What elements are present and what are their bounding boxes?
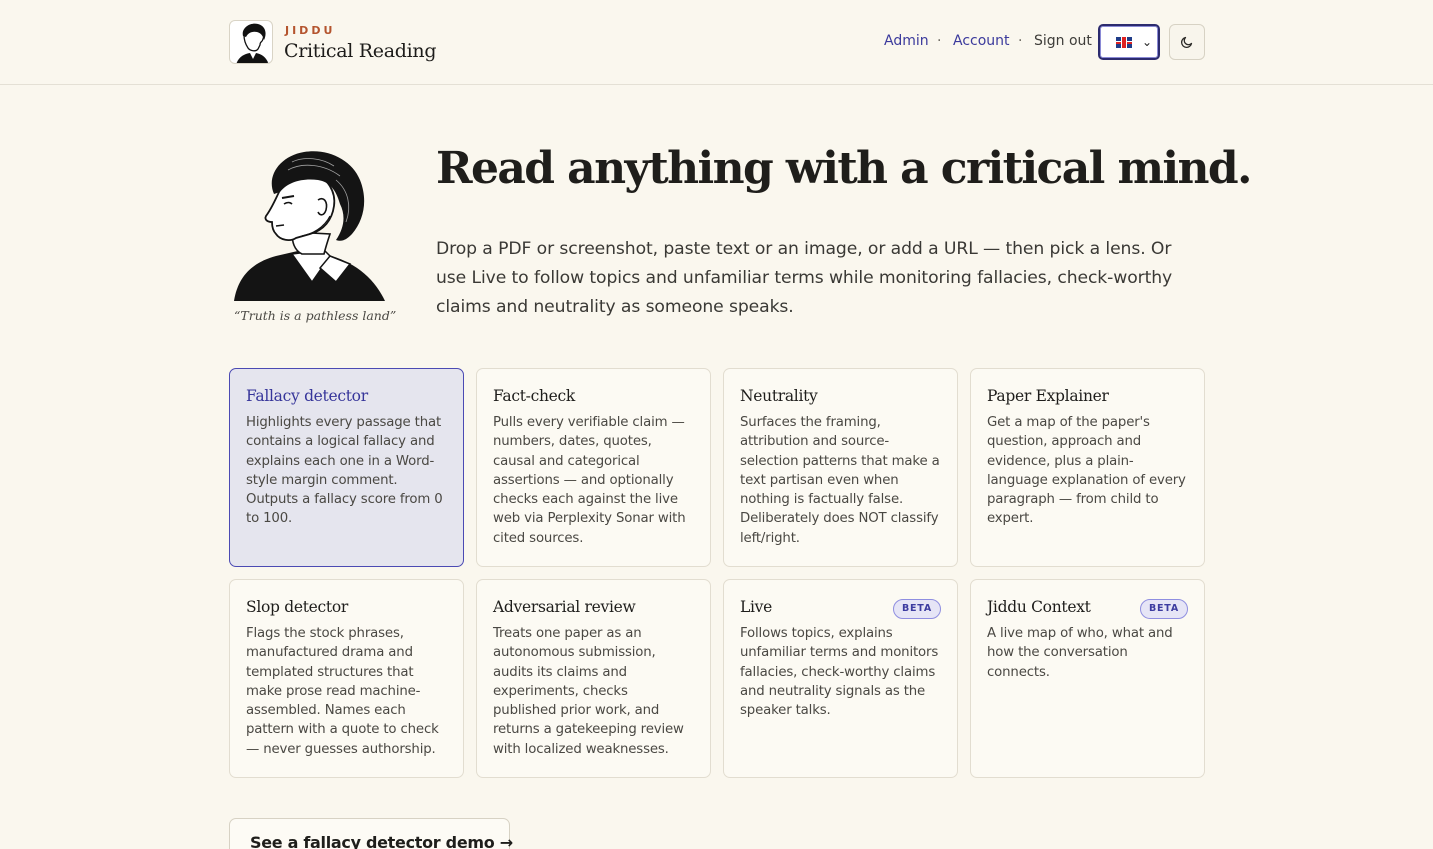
- demo-button-label: See a fallacy detector demo →: [250, 833, 513, 849]
- lens-card-jiddu-context[interactable]: Jiddu Context BETA A live map of who, wh…: [970, 579, 1205, 778]
- lens-card-title: Fact-check: [493, 387, 576, 405]
- uk-flag-icon: [1116, 37, 1132, 48]
- lens-card-description: Surfaces the framing, attribution and so…: [740, 415, 940, 546]
- nav-sign-out-link[interactable]: Sign out: [1034, 33, 1092, 49]
- lens-card-title: Fallacy detector: [246, 387, 368, 405]
- lens-card-description: Highlights every passage that contains a…: [246, 415, 443, 527]
- hero-subtitle: Drop a PDF or screenshot, paste text or …: [436, 239, 1173, 317]
- fallacy-demo-button[interactable]: See a fallacy detector demo →: [229, 818, 513, 849]
- lens-card-description: Follows topics, explains unfamiliar term…: [740, 626, 939, 719]
- nav-account-link[interactable]: Account: [953, 33, 1010, 49]
- beta-badge: BETA: [892, 599, 941, 619]
- moon-icon: [1180, 36, 1193, 49]
- lens-card-fact-check[interactable]: Fact-check Pulls every verifiable claim …: [476, 368, 711, 567]
- jiddu-portrait-illustration: [232, 150, 387, 302]
- hero-title: Read anything with a critical mind.: [436, 143, 1252, 194]
- lens-card-description: Get a map of the paper's question, appro…: [987, 415, 1186, 527]
- chevron-down-icon: ⌄: [1142, 35, 1153, 49]
- theme-toggle-button[interactable]: [1169, 24, 1205, 60]
- lens-card-title: Paper Explainer: [987, 387, 1109, 405]
- brand-kicker: JIDDU: [285, 24, 336, 37]
- brand-title[interactable]: Critical Reading: [284, 40, 437, 62]
- language-select[interactable]: ⌄: [1098, 24, 1160, 60]
- nav-admin-link[interactable]: Admin: [884, 33, 929, 49]
- lens-card-title: Neutrality: [740, 387, 818, 405]
- lens-card-live[interactable]: Live BETA Follows topics, explains unfam…: [723, 579, 958, 778]
- lens-card-title: Adversarial review: [493, 598, 636, 616]
- portrait-quote: “Truth is a pathless land”: [234, 308, 397, 323]
- logo-portrait-icon[interactable]: [229, 20, 273, 64]
- beta-badge: BETA: [1139, 599, 1188, 619]
- lens-card-fallacy-detector[interactable]: Fallacy detector Highlights every passag…: [229, 368, 464, 567]
- lens-card-title: Slop detector: [246, 598, 349, 616]
- nav-separator: ·: [1018, 33, 1023, 49]
- nav-separator: ·: [937, 33, 942, 49]
- lens-card-description: A live map of who, what and how the conv…: [987, 626, 1173, 680]
- lens-card-description: Treats one paper as an autonomous submis…: [493, 626, 684, 757]
- lens-card-neutrality[interactable]: Neutrality Surfaces the framing, attribu…: [723, 368, 958, 567]
- lens-card-description: Pulls every verifiable claim — numbers, …: [493, 415, 686, 546]
- lens-card-description: Flags the stock phrases, manufactured dr…: [246, 626, 439, 757]
- lens-card-paper-explainer[interactable]: Paper Explainer Get a map of the paper's…: [970, 368, 1205, 567]
- top-header: JIDDU Critical Reading Admin · Account ·…: [0, 0, 1433, 85]
- lens-card-adversarial-review[interactable]: Adversarial review Treats one paper as a…: [476, 579, 711, 778]
- lens-card-slop-detector[interactable]: Slop detector Flags the stock phrases, m…: [229, 579, 464, 778]
